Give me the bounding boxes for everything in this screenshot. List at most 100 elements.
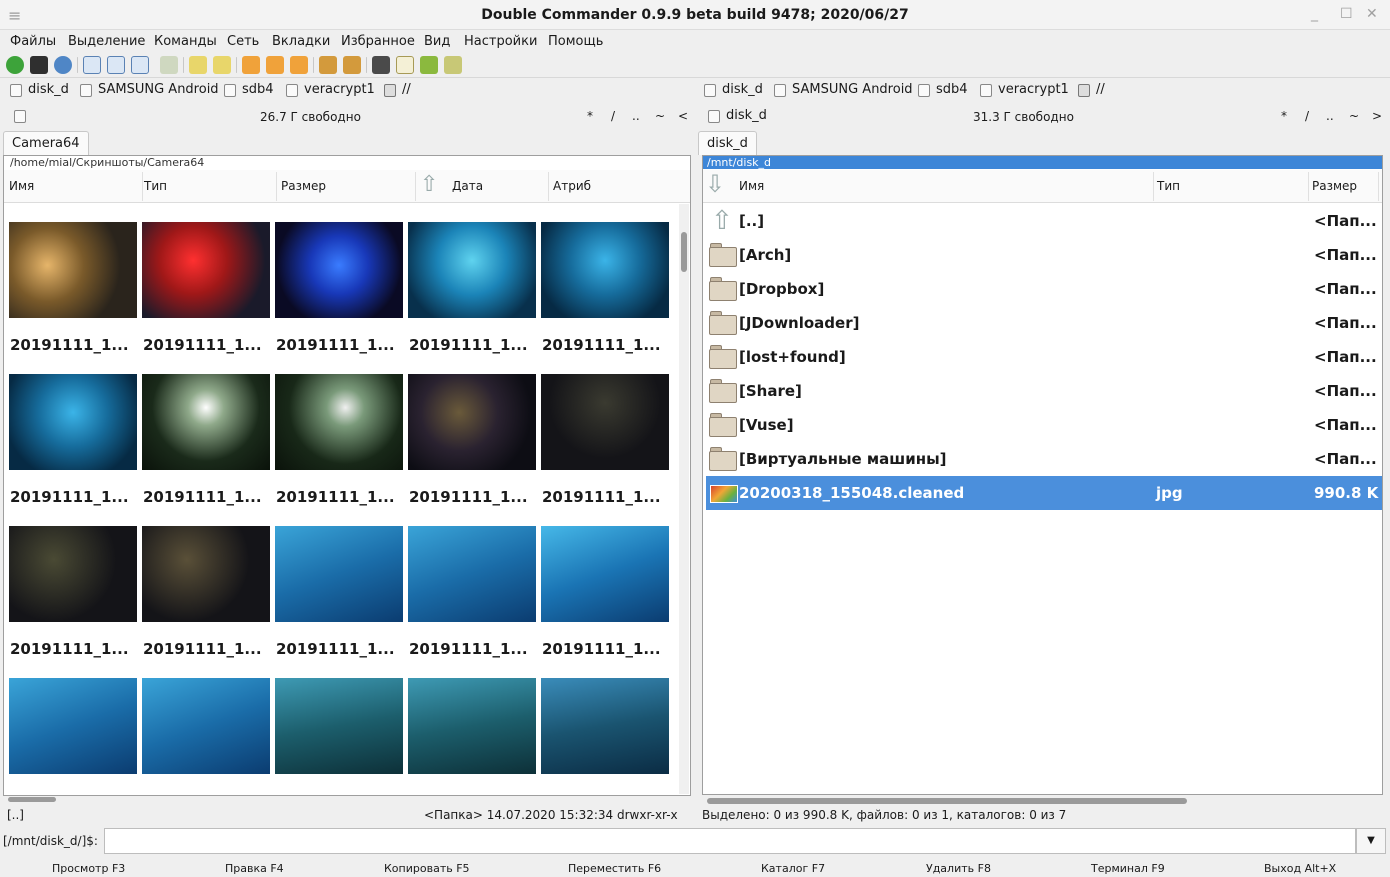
menu-files[interactable]: Файлы [10,34,56,49]
minimize-icon[interactable]: _ [1311,6,1318,22]
cmd-history-dropdown[interactable]: ▼ [1356,828,1386,854]
drive-sdb4[interactable]: sdb4 [918,82,968,97]
left-path[interactable]: /home/mial/Скриншоты/Camera64 [6,156,688,169]
multi-rename-icon[interactable] [242,56,260,74]
drive-veracrypt1[interactable]: veracrypt1 [980,82,1069,97]
drive-samsung[interactable]: SAMSUNG Android [80,82,219,97]
drive-disk-d[interactable]: disk_d [704,82,763,97]
thumbnail-image[interactable] [142,222,270,318]
nav-root[interactable]: / [1305,109,1309,123]
list-item[interactable]: [Dropbox] <Пап... [706,272,1386,306]
terminal-icon[interactable] [30,56,48,74]
drive-disk-d[interactable]: disk_d [10,82,69,97]
favorites-icon[interactable] [420,56,438,74]
brief-view-icon[interactable] [83,56,101,74]
exit-button[interactable]: Выход Alt+X [1264,862,1336,875]
right-path[interactable]: /mnt/disk_d [703,156,1382,169]
refresh-icon[interactable] [6,56,24,74]
list-item-parent[interactable]: ⇧ [..] <Пап... [706,204,1386,238]
maximize-icon[interactable]: ☐ [1340,6,1353,22]
drive-network[interactable]: // [384,82,411,97]
list-item[interactable]: [JDownloader] <Пап... [706,306,1386,340]
clipboard-icon[interactable] [444,56,462,74]
thumbnail-image[interactable] [275,374,403,470]
edit-icon[interactable] [396,56,414,74]
f7-mkdir-button[interactable]: Каталог F7 [761,862,825,875]
thumbnail-image[interactable] [275,222,403,318]
col-size[interactable]: Размер [1312,179,1357,193]
close-icon[interactable]: ✕ [1366,6,1378,22]
compare-icon[interactable] [160,56,178,74]
nav-root-star[interactable]: * [1281,109,1287,123]
f4-edit-button[interactable]: Правка F4 [225,862,284,875]
nav-root[interactable]: / [611,109,615,123]
menu-favorites[interactable]: Избранное [341,34,415,49]
menu-tabs[interactable]: Вкладки [272,34,330,49]
thumbnail-view-icon[interactable] [131,56,149,74]
search-icon[interactable] [372,56,390,74]
thumbnail-image[interactable] [142,678,270,774]
list-item[interactable]: [Виртуальные машины] <Пап... [706,442,1386,476]
nav-home[interactable]: ~ [655,109,665,123]
sync-dirs-icon[interactable] [290,56,308,74]
f6-move-button[interactable]: Переместить F6 [568,862,661,875]
f3-view-button[interactable]: Просмотр F3 [52,862,125,875]
thumbnail-image[interactable] [275,678,403,774]
col-type[interactable]: Тип [1157,179,1180,193]
f9-terminal-button[interactable]: Терминал F9 [1091,862,1165,875]
list-item[interactable]: [Share] <Пап... [706,374,1386,408]
tab-disk-d[interactable]: disk_d [698,131,757,155]
thumbnail-image[interactable] [541,222,669,318]
list-item-selected[interactable]: 20200318_155048.cleaned jpg 990.8 K [706,476,1382,510]
col-attr[interactable]: Атриб [553,179,591,193]
tab-camera64[interactable]: Camera64 [3,131,89,155]
left-vscroll[interactable] [679,204,689,794]
nav-home[interactable]: ~ [1349,109,1359,123]
thumbnail-image[interactable] [408,526,536,622]
thumbnail-image[interactable] [9,374,137,470]
left-hscroll-thumb[interactable] [8,797,56,802]
list-item[interactable]: [Arch] <Пап... [706,238,1386,272]
list-item[interactable]: [Vuse] <Пап... [706,408,1386,442]
thumbnail-image[interactable] [275,526,403,622]
nav-prev[interactable]: < [678,109,688,123]
thumbnail-image[interactable] [9,678,137,774]
thumbnail-image[interactable] [408,374,536,470]
drive-samsung[interactable]: SAMSUNG Android [774,82,913,97]
menu-network[interactable]: Сеть [227,34,259,49]
list-item[interactable]: [lost+found] <Пап... [706,340,1386,374]
right-drive-button[interactable]: disk_d [708,108,767,123]
copy-right-icon[interactable] [213,56,231,74]
f8-delete-button[interactable]: Удалить F8 [926,862,991,875]
menu-commands[interactable]: Команды [154,34,217,49]
nav-next[interactable]: > [1372,109,1382,123]
col-date[interactable]: Дата [452,179,483,193]
col-type[interactable]: Тип [144,179,167,193]
pack-icon[interactable] [319,56,337,74]
nav-root-star[interactable]: * [587,109,593,123]
nav-up[interactable]: .. [1326,109,1334,123]
left-vscroll-thumb[interactable] [681,232,687,272]
drive-sdb4[interactable]: sdb4 [224,82,274,97]
thumbnail-image[interactable] [408,678,536,774]
thumbnail-image[interactable] [9,222,137,318]
drive-network[interactable]: // [1078,82,1105,97]
menu-settings[interactable]: Настройки [464,34,537,49]
menu-help[interactable]: Помощь [548,34,603,49]
menu-selection[interactable]: Выделение [68,34,145,49]
thumbnail-image[interactable] [142,374,270,470]
nav-up[interactable]: .. [632,109,640,123]
sync-icon[interactable] [266,56,284,74]
col-name[interactable]: Имя [9,179,34,193]
col-size[interactable]: Размер [281,179,326,193]
full-view-icon[interactable] [107,56,125,74]
options-icon[interactable] [54,56,72,74]
right-hscroll-thumb[interactable] [707,798,1187,804]
f5-copy-button[interactable]: Копировать F5 [384,862,470,875]
cmd-input[interactable] [104,828,1356,854]
thumbnail-image[interactable] [541,678,669,774]
copy-left-icon[interactable] [189,56,207,74]
thumbnail-image[interactable] [541,526,669,622]
thumbnail-image[interactable] [9,526,137,622]
thumbnail-image[interactable] [142,526,270,622]
